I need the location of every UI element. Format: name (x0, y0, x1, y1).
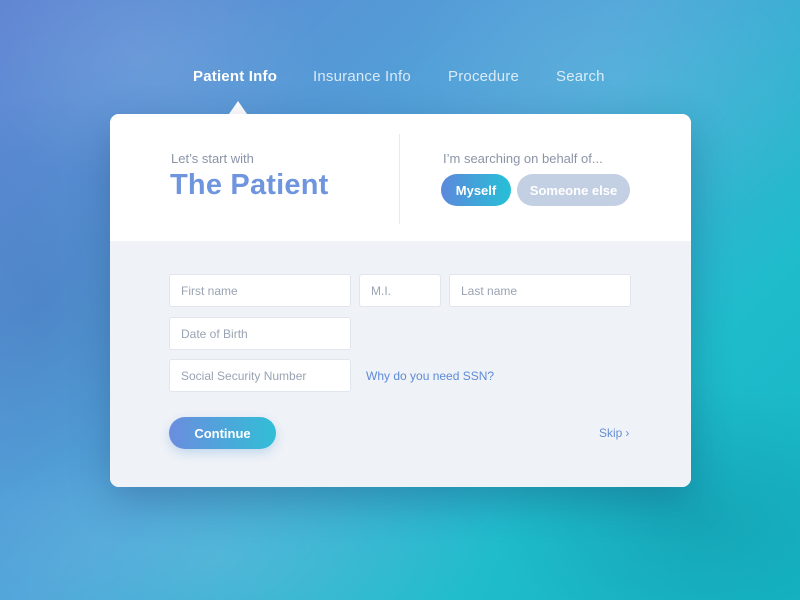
ssn-help-link[interactable]: Why do you need SSN? (366, 369, 494, 383)
step-nav: Patient Info Insurance Info Procedure Se… (0, 68, 800, 92)
tab-insurance-info[interactable]: Insurance Info (313, 68, 411, 85)
middle-initial-field[interactable] (359, 274, 441, 307)
myself-button[interactable]: Myself (441, 174, 511, 206)
tab-patient-info[interactable]: Patient Info (193, 68, 277, 85)
ssn-field[interactable] (169, 359, 351, 392)
someone-else-button[interactable]: Someone else (517, 174, 630, 206)
header-divider (399, 134, 400, 224)
skip-label: Skip (599, 426, 623, 440)
date-of-birth-field[interactable] (169, 317, 351, 350)
first-name-field[interactable] (169, 274, 351, 307)
page-title: The Patient (170, 169, 329, 201)
tab-search[interactable]: Search (556, 68, 605, 85)
last-name-field[interactable] (449, 274, 631, 307)
chevron-right-icon: › (625, 426, 630, 440)
kicker-text: Let’s start with (171, 151, 254, 166)
skip-link[interactable]: Skip › (599, 426, 629, 440)
patient-card: Let’s start with The Patient I’m searchi… (110, 114, 691, 487)
card-header: Let’s start with The Patient I’m searchi… (110, 114, 691, 241)
continue-button[interactable]: Continue (169, 417, 276, 449)
active-tab-pointer (229, 101, 247, 114)
behalf-prompt: I’m searching on behalf of... (443, 151, 603, 166)
patient-form: Why do you need SSN? Continue Skip› (110, 241, 691, 487)
tab-procedure[interactable]: Procedure (448, 68, 519, 85)
